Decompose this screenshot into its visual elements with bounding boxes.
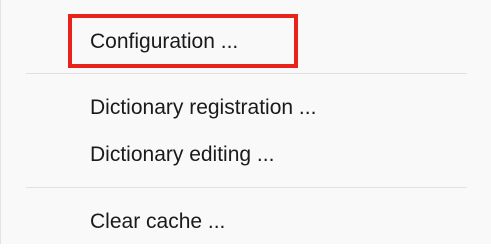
- menu-item-dictionary-editing[interactable]: Dictionary editing ...: [1, 128, 491, 182]
- menu-item-dictionary-registration-label: Dictionary registration ...: [90, 96, 317, 119]
- menu-item-configuration-label: Configuration ...: [90, 30, 239, 53]
- context-menu: Configuration ... Dictionary registratio…: [0, 0, 491, 244]
- menu-item-clear-cache-label: Clear cache ...: [90, 210, 226, 233]
- menu-separator: [26, 187, 467, 188]
- menu-item-dictionary-editing-label: Dictionary editing ...: [90, 143, 275, 166]
- menu-item-configuration[interactable]: Configuration ...: [1, 14, 491, 68]
- menu-separator: [26, 73, 467, 74]
- menu-item-clear-cache[interactable]: Clear cache ...: [1, 196, 491, 250]
